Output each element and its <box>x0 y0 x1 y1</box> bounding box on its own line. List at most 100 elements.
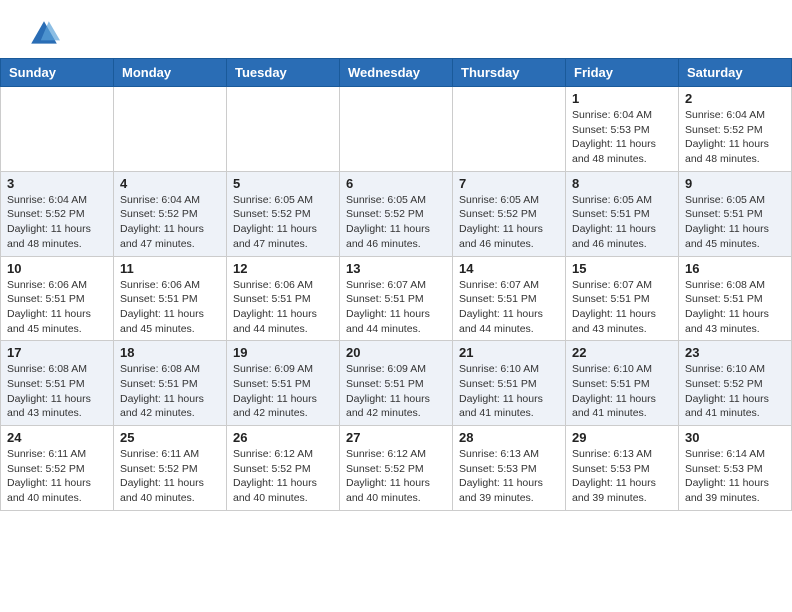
column-header-monday: Monday <box>114 59 227 87</box>
day-info: Sunrise: 6:10 AM Sunset: 5:51 PM Dayligh… <box>459 362 559 421</box>
day-info: Sunrise: 6:08 AM Sunset: 5:51 PM Dayligh… <box>685 278 785 337</box>
day-number: 28 <box>459 430 559 445</box>
calendar-cell: 27Sunrise: 6:12 AM Sunset: 5:52 PM Dayli… <box>340 426 453 511</box>
day-number: 10 <box>7 261 107 276</box>
day-info: Sunrise: 6:07 AM Sunset: 5:51 PM Dayligh… <box>459 278 559 337</box>
calendar-cell: 14 Sunrise: 6:07 AM Sunset: 5:51 PM Dayli… <box>453 256 566 341</box>
day-number: 25 <box>120 430 220 445</box>
day-number: 16 <box>685 261 785 276</box>
calendar-cell: 5 Sunrise: 6:05 AM Sunset: 5:52 PM Daylig… <box>227 171 340 256</box>
day-info: Sunrise: 6:08 AM Sunset: 5:51 PM Dayligh… <box>7 362 107 421</box>
day-info: Sunrise: 6:05 AM Sunset: 5:52 PM Dayligh… <box>459 193 559 252</box>
calendar-table: SundayMondayTuesdayWednesdayThursdayFrid… <box>0 58 792 511</box>
day-number: 12 <box>233 261 333 276</box>
calendar-week-row: 17 Sunrise: 6:08 AM Sunset: 5:51 PM Dayli… <box>1 341 792 426</box>
day-info: Sunrise: 6:07 AM Sunset: 5:51 PM Dayligh… <box>572 278 672 337</box>
day-number: 13 <box>346 261 446 276</box>
day-info: Sunrise: 6:06 AM Sunset: 5:51 PM Dayligh… <box>7 278 107 337</box>
column-header-wednesday: Wednesday <box>340 59 453 87</box>
day-number: 14 <box>459 261 559 276</box>
calendar-cell: 16 Sunrise: 6:08 AM Sunset: 5:51 PM Dayli… <box>679 256 792 341</box>
day-number: 5 <box>233 176 333 191</box>
day-number: 26 <box>233 430 333 445</box>
calendar-cell <box>114 87 227 172</box>
calendar-cell: 2 Sunrise: 6:04 AM Sunset: 5:52 PM Daylig… <box>679 87 792 172</box>
calendar-cell: 6Sunrise: 6:05 AM Sunset: 5:52 PM Daylig… <box>340 171 453 256</box>
calendar-cell: 22Sunrise: 6:10 AM Sunset: 5:51 PM Dayli… <box>566 341 679 426</box>
day-info: Sunrise: 6:05 AM Sunset: 5:52 PM Dayligh… <box>233 193 333 252</box>
day-number: 30 <box>685 430 785 445</box>
day-info: Sunrise: 6:09 AM Sunset: 5:51 PM Dayligh… <box>233 362 333 421</box>
calendar-week-row: 24 Sunrise: 6:11 AM Sunset: 5:52 PM Dayli… <box>1 426 792 511</box>
day-info: Sunrise: 6:04 AM Sunset: 5:53 PM Dayligh… <box>572 108 672 167</box>
day-number: 8 <box>572 176 672 191</box>
column-header-tuesday: Tuesday <box>227 59 340 87</box>
calendar-week-row: 10 Sunrise: 6:06 AM Sunset: 5:51 PM Dayli… <box>1 256 792 341</box>
day-number: 22 <box>572 345 672 360</box>
calendar-cell: 25 Sunrise: 6:11 AM Sunset: 5:52 PM Dayli… <box>114 426 227 511</box>
day-number: 15 <box>572 261 672 276</box>
calendar-cell <box>453 87 566 172</box>
day-number: 11 <box>120 261 220 276</box>
day-number: 1 <box>572 91 672 106</box>
calendar-cell: 26 Sunrise: 6:12 AM Sunset: 5:52 PM Dayli… <box>227 426 340 511</box>
day-info: Sunrise: 6:13 AM Sunset: 5:53 PM Dayligh… <box>572 447 672 506</box>
calendar-cell: 28 Sunrise: 6:13 AM Sunset: 5:53 PM Dayli… <box>453 426 566 511</box>
day-info: Sunrise: 6:14 AM Sunset: 5:53 PM Dayligh… <box>685 447 785 506</box>
calendar-cell: 24 Sunrise: 6:11 AM Sunset: 5:52 PM Dayli… <box>1 426 114 511</box>
calendar-cell: 11 Sunrise: 6:06 AM Sunset: 5:51 PM Dayli… <box>114 256 227 341</box>
calendar-cell: 30 Sunrise: 6:14 AM Sunset: 5:53 PM Dayli… <box>679 426 792 511</box>
day-info: Sunrise: 6:05 AM Sunset: 5:51 PM Dayligh… <box>572 193 672 252</box>
calendar-cell: 3Sunrise: 6:04 AM Sunset: 5:52 PM Daylig… <box>1 171 114 256</box>
day-info: Sunrise: 6:10 AM Sunset: 5:52 PM Dayligh… <box>685 362 785 421</box>
day-number: 2 <box>685 91 785 106</box>
day-number: 21 <box>459 345 559 360</box>
day-number: 18 <box>120 345 220 360</box>
calendar-cell: 21 Sunrise: 6:10 AM Sunset: 5:51 PM Dayli… <box>453 341 566 426</box>
calendar-cell: 4 Sunrise: 6:04 AM Sunset: 5:52 PM Daylig… <box>114 171 227 256</box>
calendar-cell: 9 Sunrise: 6:05 AM Sunset: 5:51 PM Daylig… <box>679 171 792 256</box>
calendar-week-row: 1 Sunrise: 6:04 AM Sunset: 5:53 PM Daylig… <box>1 87 792 172</box>
day-info: Sunrise: 6:09 AM Sunset: 5:51 PM Dayligh… <box>346 362 446 421</box>
calendar-cell: 12Sunrise: 6:06 AM Sunset: 5:51 PM Dayli… <box>227 256 340 341</box>
calendar-cell: 17 Sunrise: 6:08 AM Sunset: 5:51 PM Dayli… <box>1 341 114 426</box>
calendar-header-row: SundayMondayTuesdayWednesdayThursdayFrid… <box>1 59 792 87</box>
day-number: 19 <box>233 345 333 360</box>
calendar-cell: 8 Sunrise: 6:05 AM Sunset: 5:51 PM Daylig… <box>566 171 679 256</box>
day-info: Sunrise: 6:05 AM Sunset: 5:51 PM Dayligh… <box>685 193 785 252</box>
day-number: 17 <box>7 345 107 360</box>
calendar-cell: 15 Sunrise: 6:07 AM Sunset: 5:51 PM Dayli… <box>566 256 679 341</box>
calendar-cell: 23 Sunrise: 6:10 AM Sunset: 5:52 PM Dayli… <box>679 341 792 426</box>
calendar-cell: 10 Sunrise: 6:06 AM Sunset: 5:51 PM Dayli… <box>1 256 114 341</box>
calendar-cell: 18 Sunrise: 6:08 AM Sunset: 5:51 PM Dayli… <box>114 341 227 426</box>
calendar-week-row: 3 Sunrise: 6:04 AM Sunset: 5:52 PM Daylig… <box>1 171 792 256</box>
day-number: 20 <box>346 345 446 360</box>
day-info: Sunrise: 6:12 AM Sunset: 5:52 PM Dayligh… <box>233 447 333 506</box>
day-number: 4 <box>120 176 220 191</box>
day-number: 24 <box>7 430 107 445</box>
day-info: Sunrise: 6:12 AM Sunset: 5:52 PM Dayligh… <box>346 447 446 506</box>
day-info: Sunrise: 6:04 AM Sunset: 5:52 PM Dayligh… <box>685 108 785 167</box>
column-header-saturday: Saturday <box>679 59 792 87</box>
day-info: Sunrise: 6:08 AM Sunset: 5:51 PM Dayligh… <box>120 362 220 421</box>
calendar-cell: 7 Sunrise: 6:05 AM Sunset: 5:52 PM Daylig… <box>453 171 566 256</box>
day-info: Sunrise: 6:11 AM Sunset: 5:52 PM Dayligh… <box>7 447 107 506</box>
day-number: 9 <box>685 176 785 191</box>
calendar-cell: 13Sunrise: 6:07 AM Sunset: 5:51 PM Dayli… <box>340 256 453 341</box>
logo <box>24 18 60 50</box>
calendar-cell <box>227 87 340 172</box>
day-info: Sunrise: 6:05 AM Sunset: 5:52 PM Dayligh… <box>346 193 446 252</box>
day-number: 7 <box>459 176 559 191</box>
column-header-friday: Friday <box>566 59 679 87</box>
page-header <box>0 0 792 58</box>
calendar-cell: 1 Sunrise: 6:04 AM Sunset: 5:53 PM Daylig… <box>566 87 679 172</box>
day-info: Sunrise: 6:13 AM Sunset: 5:53 PM Dayligh… <box>459 447 559 506</box>
day-number: 3 <box>7 176 107 191</box>
column-header-thursday: Thursday <box>453 59 566 87</box>
day-info: Sunrise: 6:04 AM Sunset: 5:52 PM Dayligh… <box>120 193 220 252</box>
day-number: 29 <box>572 430 672 445</box>
day-info: Sunrise: 6:06 AM Sunset: 5:51 PM Dayligh… <box>120 278 220 337</box>
calendar-cell <box>1 87 114 172</box>
day-number: 23 <box>685 345 785 360</box>
day-info: Sunrise: 6:11 AM Sunset: 5:52 PM Dayligh… <box>120 447 220 506</box>
